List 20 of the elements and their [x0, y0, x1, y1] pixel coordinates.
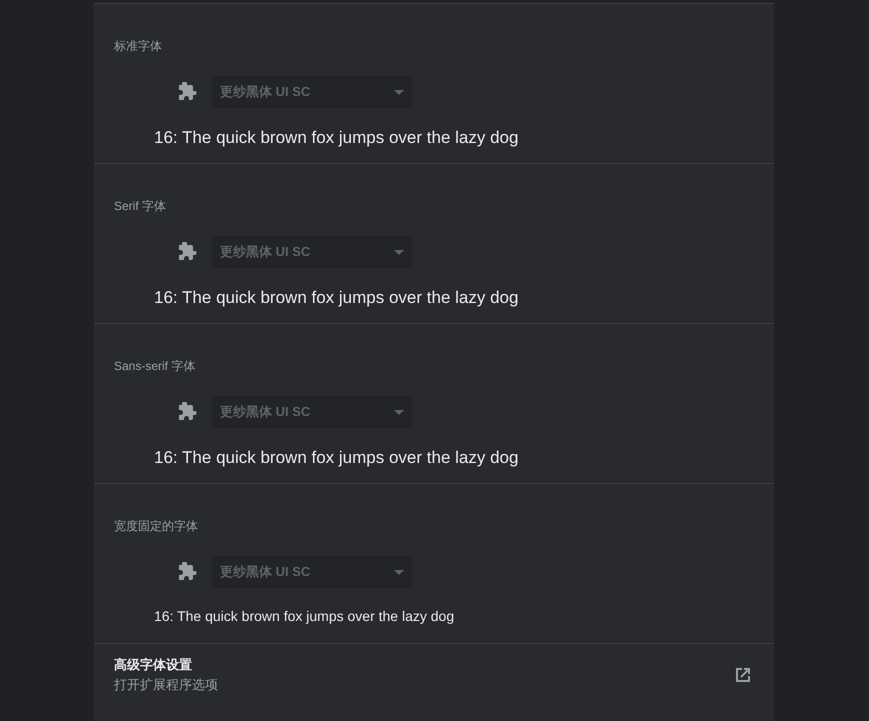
- font-sample: 16: The quick brown fox jumps over the lazy dog: [154, 288, 518, 308]
- section-label: 标准字体: [114, 38, 162, 54]
- puzzle-icon: [178, 562, 198, 582]
- caret-icon: [394, 90, 404, 94]
- caret-icon: [394, 570, 404, 574]
- advanced-title: 高级字体设置: [114, 656, 193, 674]
- puzzle-icon: [178, 242, 198, 262]
- caret-icon: [394, 250, 404, 254]
- font-sample: 16: The quick brown fox jumps over the lazy dog: [154, 128, 518, 148]
- font-sample: 16: The quick brown fox jumps over the lazy dog: [154, 608, 454, 624]
- font-sample: 16: The quick brown fox jumps over the lazy dog: [154, 448, 518, 468]
- section-label: Sans-serif 字体: [114, 358, 196, 374]
- caret-icon: [394, 410, 404, 414]
- puzzle-icon: [178, 402, 198, 422]
- advanced-font-link[interactable]: 高级字体设置 打开扩展程序选项: [94, 644, 774, 706]
- external-link-icon: [734, 666, 752, 684]
- section-label: Serif 字体: [114, 198, 166, 214]
- advanced-subtitle: 打开扩展程序选项: [114, 676, 218, 694]
- puzzle-icon: [178, 82, 198, 102]
- section-label: 宽度固定的字体: [114, 518, 198, 534]
